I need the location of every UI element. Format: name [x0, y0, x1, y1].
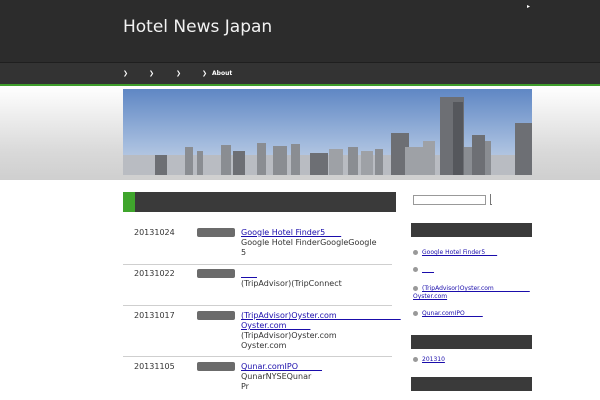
post-excerpt: (TripAdvisor)(TripConnect — [241, 279, 342, 288]
row-divider — [123, 264, 392, 265]
sidebar-archive-header — [411, 335, 532, 349]
search-button[interactable] — [490, 194, 492, 205]
post-title-link[interactable]: Google Hotel Finder5 — [241, 228, 341, 238]
category-badge[interactable] — [197, 362, 235, 371]
post-row: 20131105 Qunar.comIPO QunarNYSEQunar Pr — [123, 361, 393, 393]
bullet-icon — [413, 250, 418, 255]
bullet-icon — [413, 311, 418, 316]
bullet-icon — [413, 357, 418, 362]
post-date: 20131017 — [134, 311, 175, 320]
nav-item-label: About — [212, 70, 233, 77]
chevron-right-icon: ❯ — [149, 70, 155, 77]
post-date: 20131024 — [134, 228, 175, 237]
post-title-link[interactable] — [241, 269, 257, 279]
hero-city-image — [123, 89, 532, 175]
nav-item-2[interactable]: ❯ — [149, 68, 159, 80]
city-skyline-image — [123, 89, 532, 175]
main-nav: ❯ ❯ ❯ ❯ About — [0, 62, 600, 85]
row-divider — [123, 305, 392, 306]
post-date: 20131022 — [134, 269, 175, 278]
category-badge[interactable] — [197, 311, 235, 320]
post-excerpt: Google Hotel FinderGoogleGoogle 5 — [241, 238, 377, 257]
chevron-right-icon: ❯ — [123, 70, 129, 77]
category-badge[interactable] — [197, 269, 235, 278]
sidebar-recent-link[interactable]: Qunar.comIPO — [413, 310, 483, 318]
bullet-icon — [413, 267, 418, 272]
nav-item-3[interactable]: ❯ — [176, 68, 186, 80]
sidebar-archive-link[interactable]: 201310 — [413, 356, 445, 364]
posts-section-header — [123, 192, 396, 212]
chevron-right-icon: ❯ — [202, 70, 208, 77]
post-row: 20131022 (TripAdvisor)(TripConnect — [123, 269, 393, 299]
sidebar-recent-header — [411, 223, 532, 237]
post-row: 20131024 Google Hotel Finder5 Google Hot… — [123, 227, 393, 261]
site-title[interactable]: Hotel News Japan — [123, 17, 272, 37]
header-accent-icon: ▸ — [527, 3, 531, 10]
nav-item-about[interactable]: ❯ About — [202, 68, 232, 80]
nav-item-1[interactable]: ❯ — [123, 68, 133, 80]
sidebar-third-header — [411, 377, 532, 391]
chevron-right-icon: ❯ — [176, 70, 182, 77]
category-badge[interactable] — [197, 228, 235, 237]
post-excerpt: QunarNYSEQunar Pr — [241, 372, 312, 391]
post-excerpt: (TripAdvisor)Oyster.com Oyster.com — [241, 331, 337, 350]
sidebar-recent-link[interactable] — [413, 266, 434, 274]
section-accent-bar — [123, 192, 135, 212]
site-header: Hotel News Japan ▸ — [0, 0, 600, 62]
bullet-icon — [413, 286, 418, 291]
post-row: 20131017 (TripAdvisor)Oyster.com Oyster.… — [123, 310, 393, 350]
post-title-link[interactable]: Qunar.comIPO — [241, 362, 322, 372]
sidebar-recent-link[interactable]: Google Hotel Finder5 — [413, 249, 497, 257]
row-divider — [123, 356, 392, 357]
post-date: 20131105 — [134, 362, 175, 371]
search-input[interactable] — [413, 195, 486, 205]
sidebar-recent-link[interactable]: (TripAdvisor)Oyster.com Oyster.com — [413, 285, 530, 301]
post-title-link[interactable]: (TripAdvisor)Oyster.com Oyster.com — [241, 311, 401, 331]
